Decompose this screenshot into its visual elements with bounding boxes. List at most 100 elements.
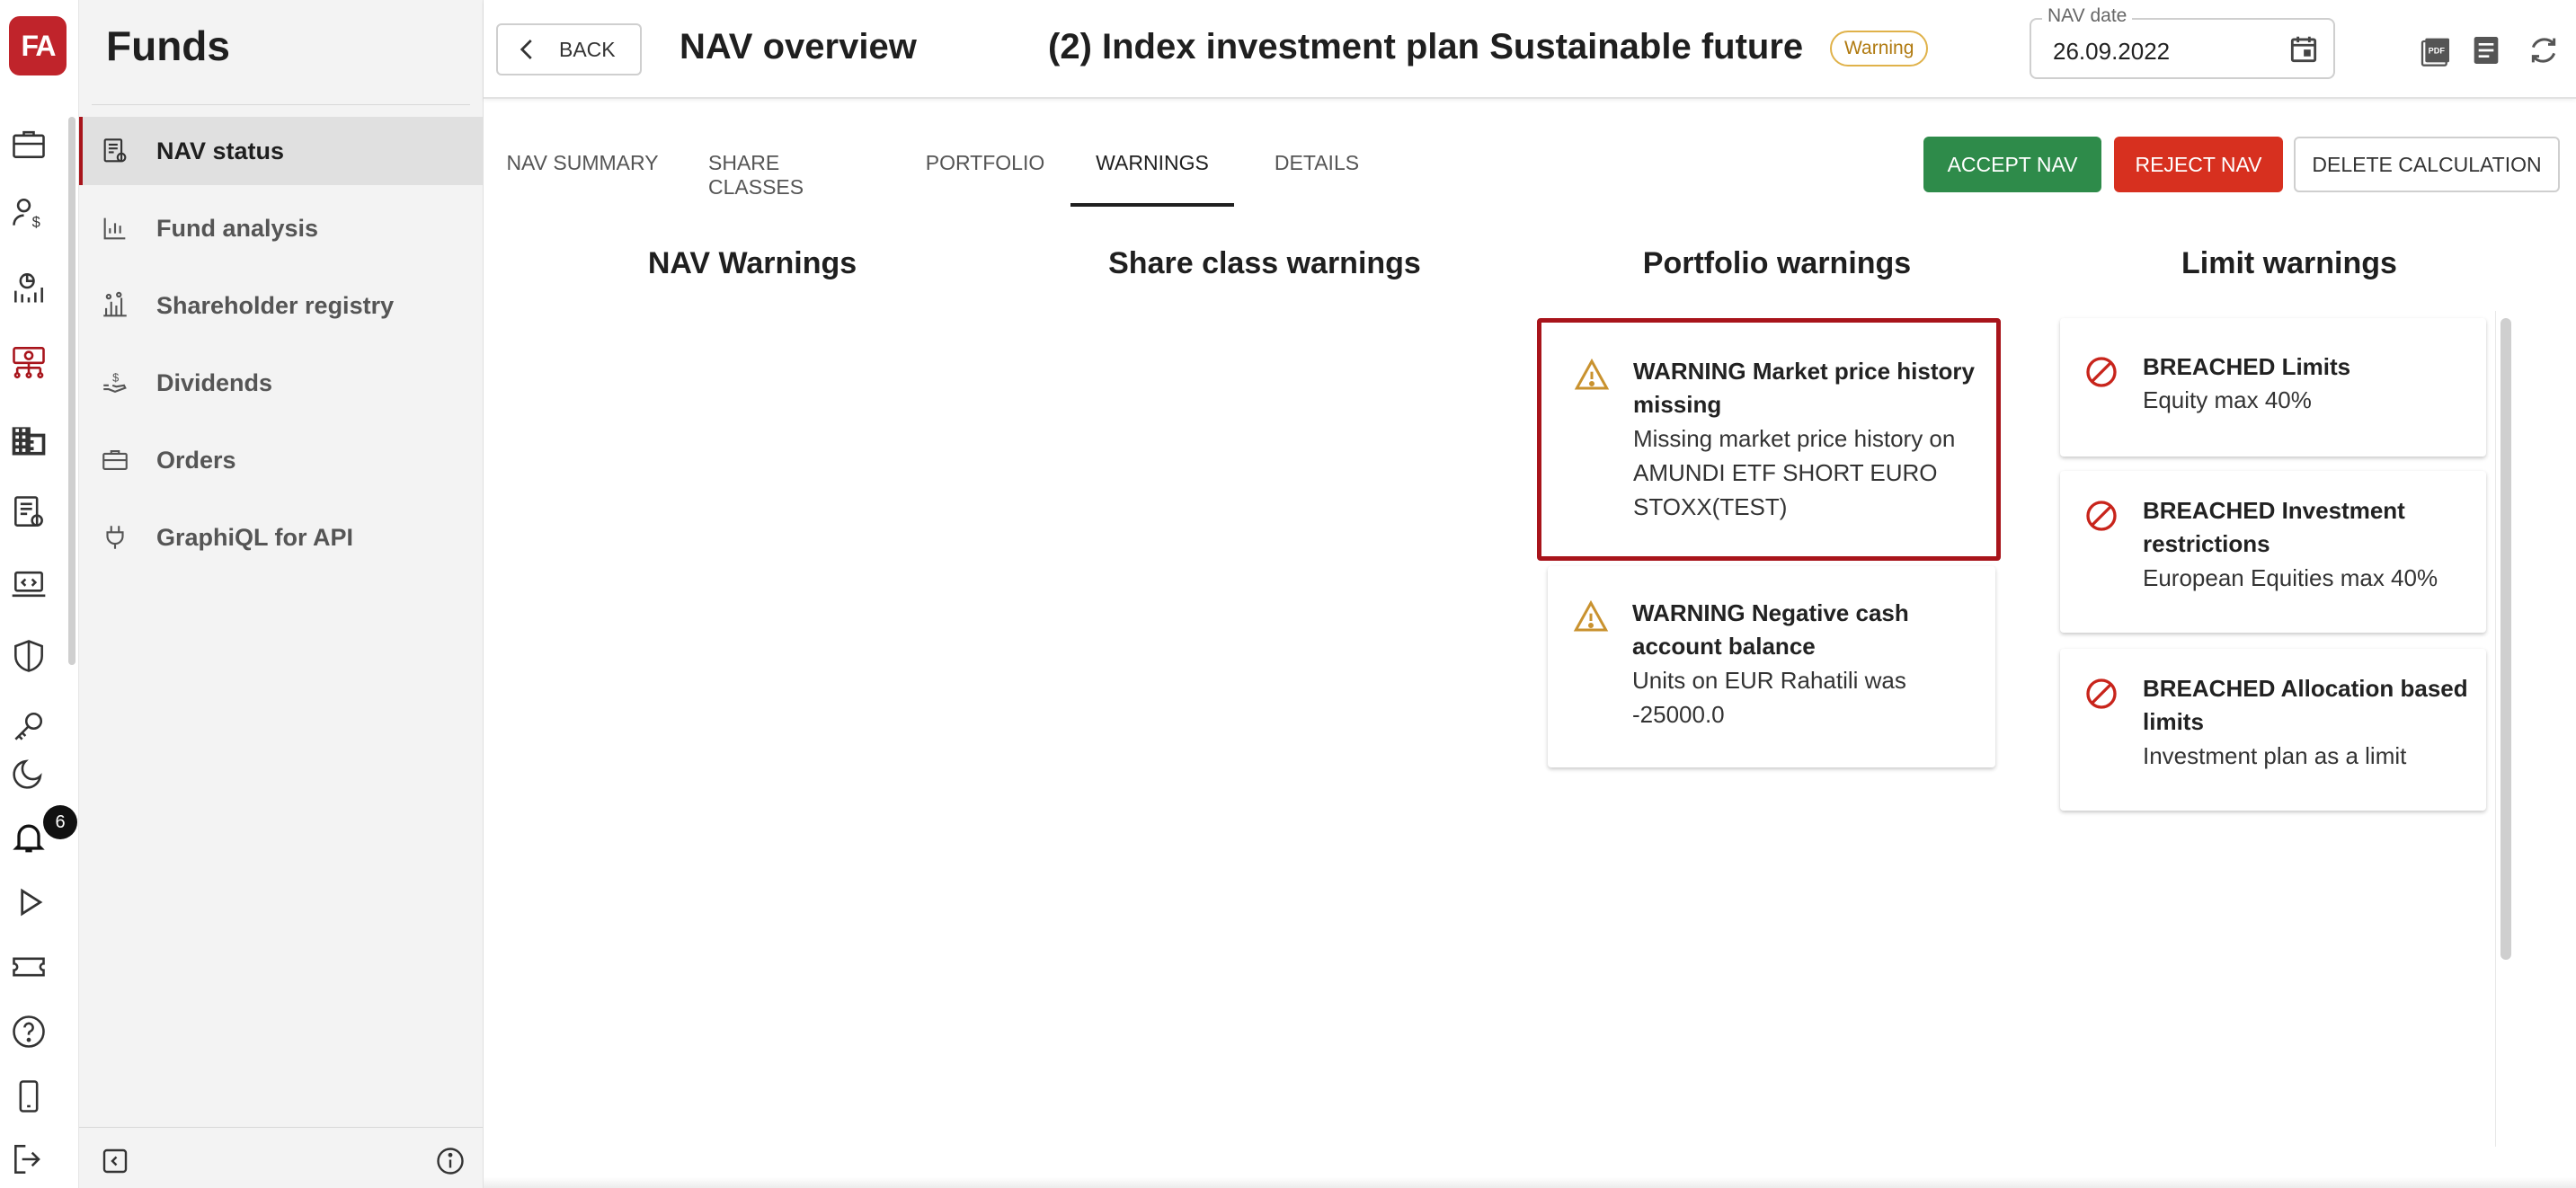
- back-button[interactable]: BACK: [496, 23, 642, 75]
- card-title-line: BREACHED Allocation based: [2143, 675, 2468, 702]
- card-title-line: BREACHED Limits: [2143, 353, 2351, 380]
- card-body-line: STOXX(TEST): [1633, 493, 1788, 520]
- portfolio-warning-card[interactable]: WARNING Negative cash account balance Un…: [1548, 566, 1995, 767]
- svg-text:PDF: PDF: [2429, 46, 2446, 55]
- sidenav-footer: [79, 1127, 483, 1188]
- dark-mode-icon[interactable]: [7, 751, 50, 794]
- limit-warning-card[interactable]: BREACHED Limits Equity max 40%: [2060, 318, 2486, 457]
- ticket-icon[interactable]: [7, 945, 50, 989]
- nav-date-label: NAV date: [2042, 5, 2133, 27]
- limit-scrollbar[interactable]: [2500, 318, 2511, 960]
- sidebar-item-orders[interactable]: Orders: [79, 426, 484, 494]
- nav-warnings-heading: NAV Warnings: [647, 246, 857, 280]
- reject-nav-button[interactable]: REJECT NAV: [2114, 137, 2283, 192]
- fa-logo[interactable]: FA: [9, 16, 67, 75]
- key-icon[interactable]: [7, 705, 50, 748]
- plug-icon: [97, 519, 133, 555]
- status-badge: Warning: [1830, 31, 1929, 66]
- card-title-line: BREACHED Investment: [2143, 497, 2405, 524]
- info-icon[interactable]: [434, 1145, 466, 1177]
- sidebar-item-dividends[interactable]: $ Dividends: [79, 349, 484, 417]
- chevron-left-icon: [520, 40, 532, 59]
- calendar-icon[interactable]: [2287, 32, 2321, 66]
- sidebar-item-label: Shareholder registry: [156, 291, 395, 319]
- card-title-line: limits: [2143, 708, 2204, 735]
- card-body-line: -25000.0: [1632, 701, 1725, 728]
- card-title-line: WARNING Market price history: [1633, 358, 1975, 385]
- fund-name: (2) Index investment plan Sustainable fu…: [1048, 27, 1804, 66]
- card-body-line: Equity max 40%: [2143, 386, 2312, 413]
- tab-share-classes[interactable]: SHARE CLASSES: [708, 135, 879, 207]
- limit-warning-card[interactable]: BREACHED Allocation based limits Investm…: [2060, 649, 2486, 811]
- sidebar-item-label: Orders: [156, 446, 236, 474]
- svg-text:$: $: [32, 215, 40, 231]
- card-body-line: Units on EUR Rahatili was: [1632, 667, 1906, 694]
- warning-triangle-icon: [1573, 599, 1609, 632]
- side-navigation: Funds NAV status Fund analysis Sharehold…: [79, 0, 484, 1188]
- document-icon[interactable]: [2468, 32, 2504, 68]
- share-class-warnings-heading: Share class warnings: [1108, 246, 1421, 280]
- logout-icon[interactable]: [7, 1138, 50, 1181]
- registry-icon: [97, 288, 133, 324]
- sidebar-item-label: NAV status: [156, 137, 285, 164]
- accept-nav-button[interactable]: ACCEPT NAV: [1923, 137, 2101, 192]
- help-icon[interactable]: [7, 1010, 50, 1053]
- nav-date-field[interactable]: NAV date 26.09.2022: [2030, 5, 2335, 79]
- portfolio-warning-card[interactable]: WARNING Market price history missing Mis…: [1537, 318, 2001, 561]
- mobile-icon[interactable]: [7, 1075, 50, 1118]
- prohibited-icon: [2086, 678, 2117, 709]
- back-label: BACK: [559, 37, 616, 61]
- admin-settings-icon[interactable]: [7, 491, 50, 534]
- prohibited-icon: [2086, 357, 2117, 387]
- tab-nav-summary[interactable]: NAV SUMMARY: [502, 135, 663, 207]
- rail-scrollbar[interactable]: [68, 117, 76, 665]
- card-title-line: restrictions: [2143, 530, 2270, 557]
- shield-icon[interactable]: [7, 634, 50, 678]
- section-title: Funds: [106, 22, 230, 69]
- tab-portfolio[interactable]: PORTFOLIO: [922, 135, 1048, 207]
- play-icon[interactable]: [7, 881, 50, 924]
- delete-calculation-button[interactable]: DELETE CALCULATION: [2294, 137, 2560, 192]
- tab-details[interactable]: DETAILS: [1258, 135, 1375, 207]
- nav-date-value[interactable]: 26.09.2022: [2053, 38, 2170, 66]
- briefcase-icon[interactable]: [7, 122, 50, 165]
- svg-text:$: $: [112, 371, 119, 385]
- tab-warnings[interactable]: WARNINGS: [1070, 135, 1234, 207]
- refresh-icon[interactable]: [2526, 32, 2562, 68]
- card-body-line: AMUNDI ETF SHORT EURO: [1633, 459, 1938, 486]
- sidebar-item-label: Fund analysis: [156, 214, 319, 242]
- pdf-icon[interactable]: PDF: [2418, 32, 2454, 68]
- portfolio-warnings-heading: Portfolio warnings: [1642, 246, 1912, 280]
- prohibited-icon: [2086, 501, 2117, 531]
- sidebar-item-shareholder-registry[interactable]: Shareholder registry: [79, 271, 484, 340]
- divider: [92, 104, 470, 105]
- sidebar-item-graphiql[interactable]: GraphiQL for API: [79, 503, 484, 572]
- bottom-edge: [484, 1177, 2576, 1188]
- collapse-sidebar-icon[interactable]: [99, 1145, 131, 1177]
- briefcase-icon: [97, 442, 133, 478]
- notification-count-badge: 6: [43, 805, 77, 839]
- sidebar-item-label: Dividends: [156, 368, 273, 396]
- client-dollar-icon[interactable]: $: [7, 191, 50, 234]
- report-chart-icon[interactable]: [7, 266, 50, 309]
- icon-rail: FA $ 6: [0, 0, 79, 1188]
- page-title: NAV overview: [680, 27, 917, 66]
- nav-status-icon: [97, 133, 133, 169]
- sidebar-item-fund-analysis[interactable]: Fund analysis: [79, 194, 484, 262]
- code-laptop-icon[interactable]: [7, 563, 50, 606]
- sidebar-item-nav-status[interactable]: NAV status: [79, 117, 484, 185]
- sidebar-item-label: GraphiQL for API: [156, 523, 354, 551]
- bar-chart-icon: [97, 210, 133, 246]
- card-body-line: Missing market price history on: [1633, 425, 1956, 452]
- limit-warnings-heading: Limit warnings: [2181, 246, 2397, 280]
- page-header: BACK NAV overview (2) Index investment p…: [484, 0, 2576, 99]
- card-title-line: account balance: [1632, 633, 1816, 660]
- card-body-line: Investment plan as a limit: [2143, 742, 2407, 769]
- dividend-hand-icon: $: [97, 365, 133, 401]
- building-icon[interactable]: [7, 419, 50, 462]
- limit-warning-card[interactable]: BREACHED Investment restrictions Europea…: [2060, 471, 2486, 633]
- card-title-line: WARNING Negative cash: [1632, 599, 1909, 626]
- card-title-line: missing: [1633, 391, 1722, 418]
- card-body-line: European Equities max 40%: [2143, 564, 2438, 591]
- funds-icon[interactable]: [7, 340, 50, 383]
